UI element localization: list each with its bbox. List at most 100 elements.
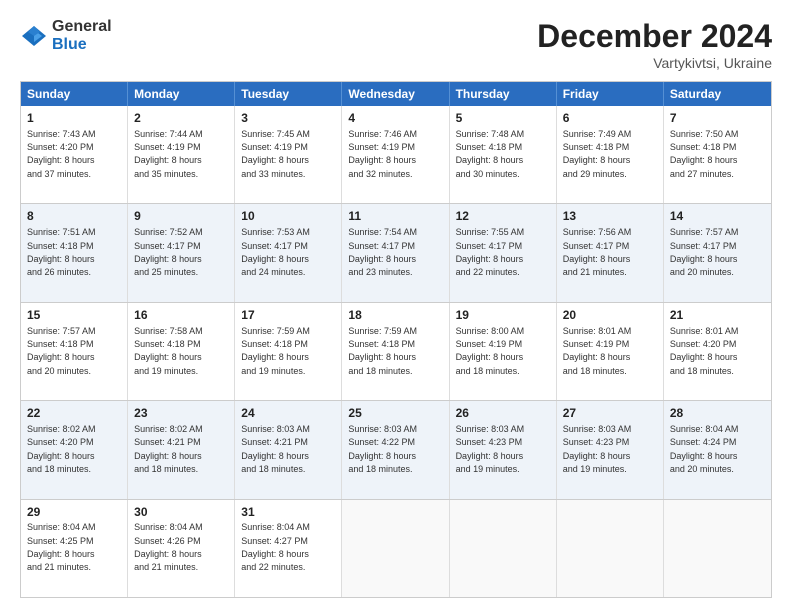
header-thursday: Thursday — [450, 82, 557, 106]
cell-data: Sunrise: 8:00 AM Sunset: 4:19 PM Dayligh… — [456, 326, 525, 376]
month-title: December 2024 — [537, 18, 772, 55]
cal-cell-2-1: 8 Sunrise: 7:51 AM Sunset: 4:18 PM Daylig… — [21, 204, 128, 301]
day-number: 11 — [348, 208, 442, 225]
cal-cell-2-6: 13 Sunrise: 7:56 AM Sunset: 4:17 PM Dayli… — [557, 204, 664, 301]
cell-data: Sunrise: 7:57 AM Sunset: 4:18 PM Dayligh… — [27, 326, 96, 376]
logo: General Blue — [20, 18, 112, 53]
day-number: 14 — [670, 208, 765, 225]
cal-cell-3-6: 20Sunrise: 8:01 AM Sunset: 4:19 PM Dayli… — [557, 303, 664, 400]
cell-data: Sunrise: 8:04 AM Sunset: 4:27 PM Dayligh… — [241, 522, 310, 572]
cal-cell-1-4: 4 Sunrise: 7:46 AM Sunset: 4:19 PM Daylig… — [342, 106, 449, 203]
cal-cell-4-3: 24 Sunrise: 8:03 AM Sunset: 4:21 PM Dayli… — [235, 401, 342, 498]
cal-cell-2-7: 14 Sunrise: 7:57 AM Sunset: 4:17 PM Dayli… — [664, 204, 771, 301]
cal-cell-2-3: 10 Sunrise: 7:53 AM Sunset: 4:17 PM Dayli… — [235, 204, 342, 301]
cell-data: Sunrise: 8:02 AM Sunset: 4:21 PM Dayligh… — [134, 424, 203, 474]
cal-cell-4-2: 23 Sunrise: 8:02 AM Sunset: 4:21 PM Dayli… — [128, 401, 235, 498]
logo-general: General — [52, 18, 112, 36]
day-number: 19 — [456, 307, 550, 324]
cal-cell-5-3: 31Sunrise: 8:04 AM Sunset: 4:27 PM Dayli… — [235, 500, 342, 597]
day-number: 15 — [27, 307, 121, 324]
cal-cell-5-6 — [557, 500, 664, 597]
cal-cell-5-1: 29Sunrise: 8:04 AM Sunset: 4:25 PM Dayli… — [21, 500, 128, 597]
day-number: 21 — [670, 307, 765, 324]
day-number: 28 — [670, 405, 765, 422]
header-tuesday: Tuesday — [235, 82, 342, 106]
calendar-row-5: 29Sunrise: 8:04 AM Sunset: 4:25 PM Dayli… — [21, 499, 771, 597]
cal-cell-5-2: 30Sunrise: 8:04 AM Sunset: 4:26 PM Dayli… — [128, 500, 235, 597]
day-number: 8 — [27, 208, 121, 225]
day-number: 7 — [670, 110, 765, 127]
cell-data: Sunrise: 7:52 AM Sunset: 4:17 PM Dayligh… — [134, 227, 203, 277]
cal-cell-4-7: 28 Sunrise: 8:04 AM Sunset: 4:24 PM Dayli… — [664, 401, 771, 498]
cal-cell-4-1: 22Sunrise: 8:02 AM Sunset: 4:20 PM Dayli… — [21, 401, 128, 498]
day-number: 23 — [134, 405, 228, 422]
calendar-body: 1Sunrise: 7:43 AM Sunset: 4:20 PM Daylig… — [21, 106, 771, 597]
cal-cell-2-2: 9 Sunrise: 7:52 AM Sunset: 4:17 PM Daylig… — [128, 204, 235, 301]
calendar-row-3: 15 Sunrise: 7:57 AM Sunset: 4:18 PM Dayli… — [21, 302, 771, 400]
cal-cell-4-4: 25 Sunrise: 8:03 AM Sunset: 4:22 PM Dayli… — [342, 401, 449, 498]
day-number: 16 — [134, 307, 228, 324]
cal-cell-1-2: 2Sunrise: 7:44 AM Sunset: 4:19 PM Daylig… — [128, 106, 235, 203]
calendar-row-4: 22Sunrise: 8:02 AM Sunset: 4:20 PM Dayli… — [21, 400, 771, 498]
cell-data: Sunrise: 7:53 AM Sunset: 4:17 PM Dayligh… — [241, 227, 310, 277]
cell-data: Sunrise: 8:03 AM Sunset: 4:23 PM Dayligh… — [563, 424, 632, 474]
day-number: 13 — [563, 208, 657, 225]
cell-data: Sunrise: 7:45 AM Sunset: 4:19 PM Dayligh… — [241, 129, 310, 179]
day-number: 30 — [134, 504, 228, 521]
cell-data: Sunrise: 7:59 AM Sunset: 4:18 PM Dayligh… — [241, 326, 310, 376]
cal-cell-5-5 — [450, 500, 557, 597]
cal-cell-1-3: 3 Sunrise: 7:45 AM Sunset: 4:19 PM Daylig… — [235, 106, 342, 203]
cell-data: Sunrise: 7:55 AM Sunset: 4:17 PM Dayligh… — [456, 227, 525, 277]
logo-icon — [20, 22, 48, 50]
day-number: 25 — [348, 405, 442, 422]
cal-cell-1-5: 5Sunrise: 7:48 AM Sunset: 4:18 PM Daylig… — [450, 106, 557, 203]
cal-cell-2-4: 11 Sunrise: 7:54 AM Sunset: 4:17 PM Dayli… — [342, 204, 449, 301]
day-number: 27 — [563, 405, 657, 422]
cal-cell-4-6: 27 Sunrise: 8:03 AM Sunset: 4:23 PM Dayli… — [557, 401, 664, 498]
day-number: 4 — [348, 110, 442, 127]
day-number: 31 — [241, 504, 335, 521]
day-number: 6 — [563, 110, 657, 127]
cal-cell-5-4 — [342, 500, 449, 597]
cell-data: Sunrise: 7:46 AM Sunset: 4:19 PM Dayligh… — [348, 129, 417, 179]
cal-cell-3-5: 19 Sunrise: 8:00 AM Sunset: 4:19 PM Dayli… — [450, 303, 557, 400]
day-number: 18 — [348, 307, 442, 324]
cell-data: Sunrise: 7:59 AM Sunset: 4:18 PM Dayligh… — [348, 326, 417, 376]
page-header: General Blue December 2024 Vartykivtsi, … — [20, 18, 772, 71]
cell-data: Sunrise: 8:04 AM Sunset: 4:26 PM Dayligh… — [134, 522, 203, 572]
cell-data: Sunrise: 8:03 AM Sunset: 4:21 PM Dayligh… — [241, 424, 310, 474]
day-number: 5 — [456, 110, 550, 127]
cell-data: Sunrise: 8:03 AM Sunset: 4:22 PM Dayligh… — [348, 424, 417, 474]
day-number: 12 — [456, 208, 550, 225]
logo-text: General Blue — [52, 18, 112, 53]
day-number: 10 — [241, 208, 335, 225]
calendar-row-2: 8 Sunrise: 7:51 AM Sunset: 4:18 PM Daylig… — [21, 203, 771, 301]
cell-data: Sunrise: 7:44 AM Sunset: 4:19 PM Dayligh… — [134, 129, 203, 179]
cal-cell-3-1: 15 Sunrise: 7:57 AM Sunset: 4:18 PM Dayli… — [21, 303, 128, 400]
day-number: 22 — [27, 405, 121, 422]
location-subtitle: Vartykivtsi, Ukraine — [537, 55, 772, 71]
cell-data: Sunrise: 8:01 AM Sunset: 4:19 PM Dayligh… — [563, 326, 632, 376]
cell-data: Sunrise: 8:04 AM Sunset: 4:25 PM Dayligh… — [27, 522, 96, 572]
cal-cell-5-7 — [664, 500, 771, 597]
calendar-header: Sunday Monday Tuesday Wednesday Thursday… — [21, 82, 771, 106]
cell-data: Sunrise: 7:56 AM Sunset: 4:17 PM Dayligh… — [563, 227, 632, 277]
cell-data: Sunrise: 8:04 AM Sunset: 4:24 PM Dayligh… — [670, 424, 739, 474]
cal-cell-3-7: 21Sunrise: 8:01 AM Sunset: 4:20 PM Dayli… — [664, 303, 771, 400]
cell-data: Sunrise: 7:51 AM Sunset: 4:18 PM Dayligh… — [27, 227, 96, 277]
day-number: 24 — [241, 405, 335, 422]
day-number: 29 — [27, 504, 121, 521]
cell-data: Sunrise: 7:54 AM Sunset: 4:17 PM Dayligh… — [348, 227, 417, 277]
header-saturday: Saturday — [664, 82, 771, 106]
header-sunday: Sunday — [21, 82, 128, 106]
cal-cell-1-6: 6Sunrise: 7:49 AM Sunset: 4:18 PM Daylig… — [557, 106, 664, 203]
calendar-page: General Blue December 2024 Vartykivtsi, … — [0, 0, 792, 612]
cal-cell-2-5: 12 Sunrise: 7:55 AM Sunset: 4:17 PM Dayli… — [450, 204, 557, 301]
day-number: 3 — [241, 110, 335, 127]
day-number: 9 — [134, 208, 228, 225]
cell-data: Sunrise: 7:43 AM Sunset: 4:20 PM Dayligh… — [27, 129, 96, 179]
cal-cell-3-3: 17 Sunrise: 7:59 AM Sunset: 4:18 PM Dayli… — [235, 303, 342, 400]
cell-data: Sunrise: 7:57 AM Sunset: 4:17 PM Dayligh… — [670, 227, 739, 277]
title-block: December 2024 Vartykivtsi, Ukraine — [537, 18, 772, 71]
day-number: 17 — [241, 307, 335, 324]
